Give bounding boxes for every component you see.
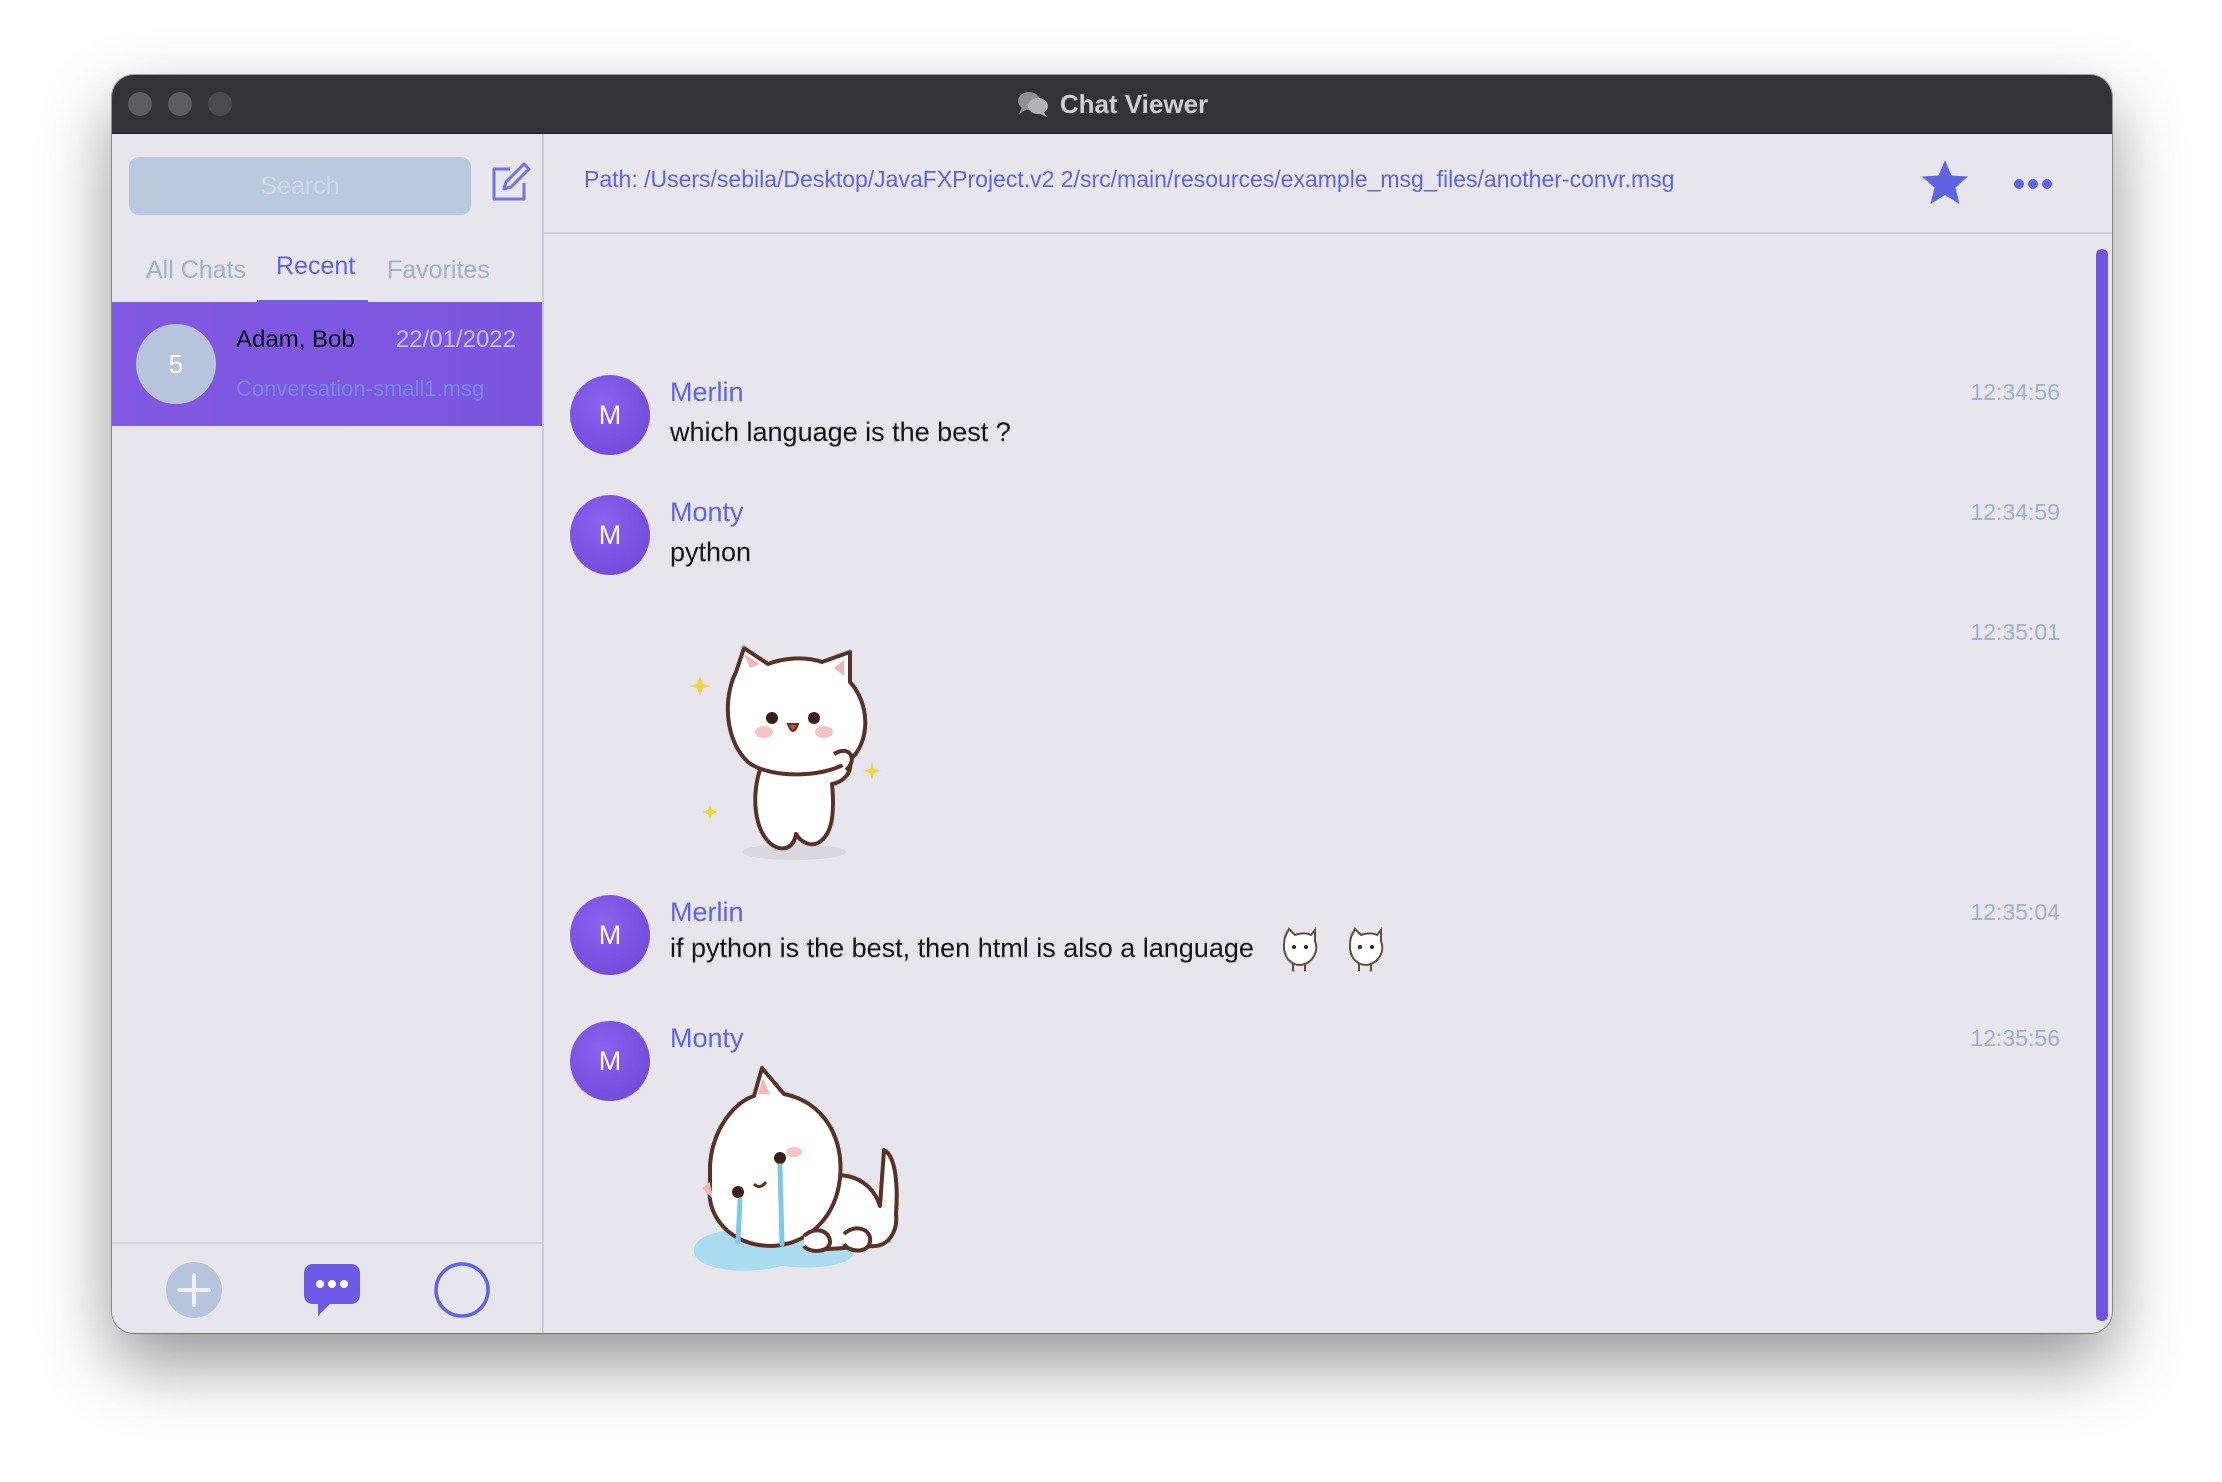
sidebar: All Chats Recent Favorites 5 Adam, Bob 2…	[112, 134, 544, 1333]
tab-favorites[interactable]: Favorites	[387, 256, 490, 285]
message-sender: Merlin	[670, 377, 744, 407]
message-text: if python is the best, then html is also…	[670, 933, 1254, 964]
message-text: python	[670, 537, 752, 567]
sender-avatar: M	[570, 1021, 650, 1101]
sender-avatar: M	[570, 495, 650, 575]
mini-cat-emoji	[1283, 927, 1318, 971]
file-path: Path: /Users/sebila/Desktop/JavaFXProjec…	[584, 166, 1675, 192]
chat-tabs: All Chats Recent Favorites	[112, 252, 542, 288]
crying-cat-sticker	[693, 1066, 899, 1271]
chat-viewer-window: Chat Viewer All Chats Recent Favorites 5…	[112, 75, 2112, 1333]
conversation-header: Path: /Users/sebila/Desktop/JavaFXProjec…	[544, 134, 2112, 234]
more-options-icon[interactable]	[2010, 164, 2056, 204]
favorite-star-icon[interactable]	[1918, 156, 1972, 210]
mini-cat-emoji	[1348, 927, 1384, 971]
message-sender: Monty	[670, 1023, 744, 1053]
window-title: Chat Viewer	[1059, 88, 1209, 119]
search-input[interactable]	[129, 157, 471, 215]
sender-avatar: M	[570, 895, 650, 975]
window-title-group: Chat Viewer	[112, 75, 2112, 133]
message-text: which language is the best ?	[670, 417, 1011, 447]
status-circle-icon[interactable]	[432, 1260, 492, 1320]
compose-icon[interactable]	[486, 161, 532, 207]
message-sender: Merlin	[670, 897, 744, 927]
chat-avatar: 5	[136, 324, 216, 404]
chat-file-name: Conversation-small1.msg	[236, 376, 485, 401]
chat-list-item[interactable]: 5 Adam, Bob 22/01/2022 Conversation-smal…	[112, 302, 542, 426]
chat-date: 22/01/2022	[395, 326, 516, 353]
tab-all-chats[interactable]: All Chats	[146, 256, 246, 285]
message-time: 12:35:56	[1970, 1025, 2060, 1051]
chat-name: Adam, Bob	[236, 326, 355, 353]
message-time: 12:34:59	[1970, 499, 2060, 525]
happy-cat-sticker	[689, 646, 881, 860]
sender-avatar: M	[570, 375, 650, 455]
tab-recent[interactable]: Recent	[276, 252, 355, 281]
title-bar: Chat Viewer	[112, 75, 2112, 134]
message-sender: Monty	[670, 497, 744, 527]
chat-bubbles-icon	[1017, 92, 1048, 117]
add-icon[interactable]	[164, 1260, 224, 1320]
chat-bubble-icon[interactable]	[302, 1260, 362, 1320]
message-time: 12:35:01	[1970, 619, 2060, 645]
sidebar-toolbar	[112, 1242, 542, 1333]
message-time: 12:35:04	[1970, 899, 2060, 925]
conversation-pane: Path: /Users/sebila/Desktop/JavaFXProjec…	[544, 134, 2112, 1333]
message-body: if python is the best, then html is also…	[670, 927, 1385, 973]
message-time: 12:34:56	[1970, 379, 2060, 405]
vertical-scrollbar[interactable]	[2096, 249, 2108, 1321]
